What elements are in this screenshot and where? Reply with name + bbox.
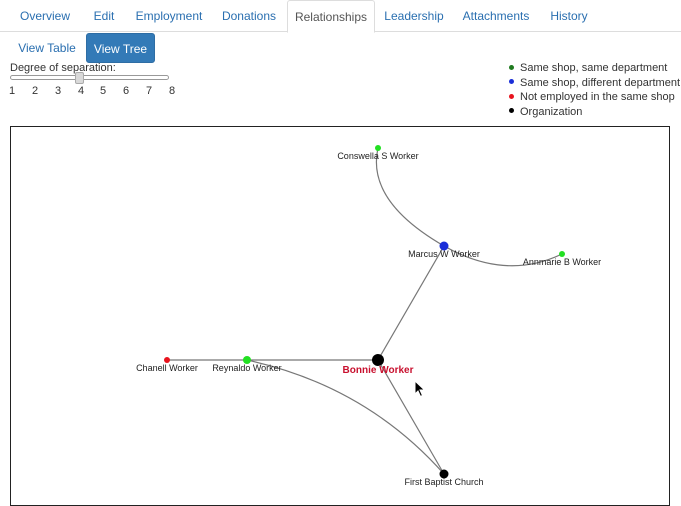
relationship-tree: Bonnie Worker Marcus W Worker Conswella S …	[10, 126, 670, 506]
graph-node-label[interactable]: Annmarie B Worker	[523, 257, 601, 267]
graph-node-label[interactable]: Reynaldo Worker	[212, 363, 281, 373]
separation-tick: 5	[100, 85, 107, 97]
legend-label: Same shop, different department	[520, 76, 681, 89]
graph-node-label[interactable]: First Baptist Church	[404, 477, 483, 487]
view-table-button[interactable]: View Table	[12, 33, 82, 63]
tab-bar: Overview Edit Employment Donations Relat…	[0, 0, 681, 33]
legend-label: Same shop, same department	[520, 62, 668, 74]
slider-handle[interactable]	[75, 72, 84, 84]
view-tree-button[interactable]: View Tree	[86, 33, 155, 63]
legend-color-dot	[509, 108, 514, 114]
tab-edit[interactable]: Edit	[84, 0, 124, 32]
tab-history[interactable]: History	[542, 0, 596, 32]
graph-node-label[interactable]: Conswella S Worker	[337, 151, 418, 161]
separation-tick: 2	[32, 85, 39, 97]
graph-edge	[246, 359, 445, 475]
graph-node-label[interactable]: Marcus W Worker	[408, 249, 480, 259]
legend: Same shop, same department Same shop, dif…	[509, 61, 680, 119]
legend-item: Not employed in the same shop	[509, 90, 680, 105]
legend-item: Organization	[509, 105, 680, 120]
legend-item: Same shop, different department	[509, 76, 680, 91]
tab-attachments[interactable]: Attachments	[456, 0, 536, 32]
separation-tick: 3	[55, 85, 62, 97]
separation-tick: 1	[9, 85, 16, 97]
legend-label: Organization	[520, 105, 583, 118]
graph-edge	[377, 245, 445, 361]
tab-donations[interactable]: Donations	[214, 0, 284, 32]
tab-leadership[interactable]: Leadership	[378, 0, 450, 32]
separation-tick: 8	[169, 85, 176, 97]
graph-node-label[interactable]: Bonnie Worker	[343, 365, 414, 376]
separation-slider[interactable]	[10, 72, 169, 84]
tab-employment[interactable]: Employment	[130, 0, 208, 32]
tab-overview[interactable]: Overview	[10, 0, 80, 32]
relationship-graph: Bonnie Worker Marcus W Worker Conswella S …	[136, 145, 601, 487]
legend-color-dot	[509, 79, 514, 85]
legend-color-dot	[509, 64, 514, 70]
separation-tick: 7	[146, 85, 153, 97]
legend-color-dot	[509, 93, 514, 99]
graph-edge	[377, 359, 445, 475]
mouse-cursor-icon	[414, 380, 426, 398]
legend-label: Not employed in the same shop	[520, 91, 675, 103]
separation-label: Degree of separation:	[10, 62, 116, 74]
separation-tick: 4	[78, 85, 85, 97]
separation-tick: 6	[123, 85, 130, 97]
graph-edge	[375, 147, 445, 247]
graph-node-label[interactable]: Chanell Worker	[136, 363, 198, 373]
legend-item: Same shop, same department	[509, 61, 680, 76]
tab-relationships[interactable]: Relationships	[287, 0, 375, 33]
